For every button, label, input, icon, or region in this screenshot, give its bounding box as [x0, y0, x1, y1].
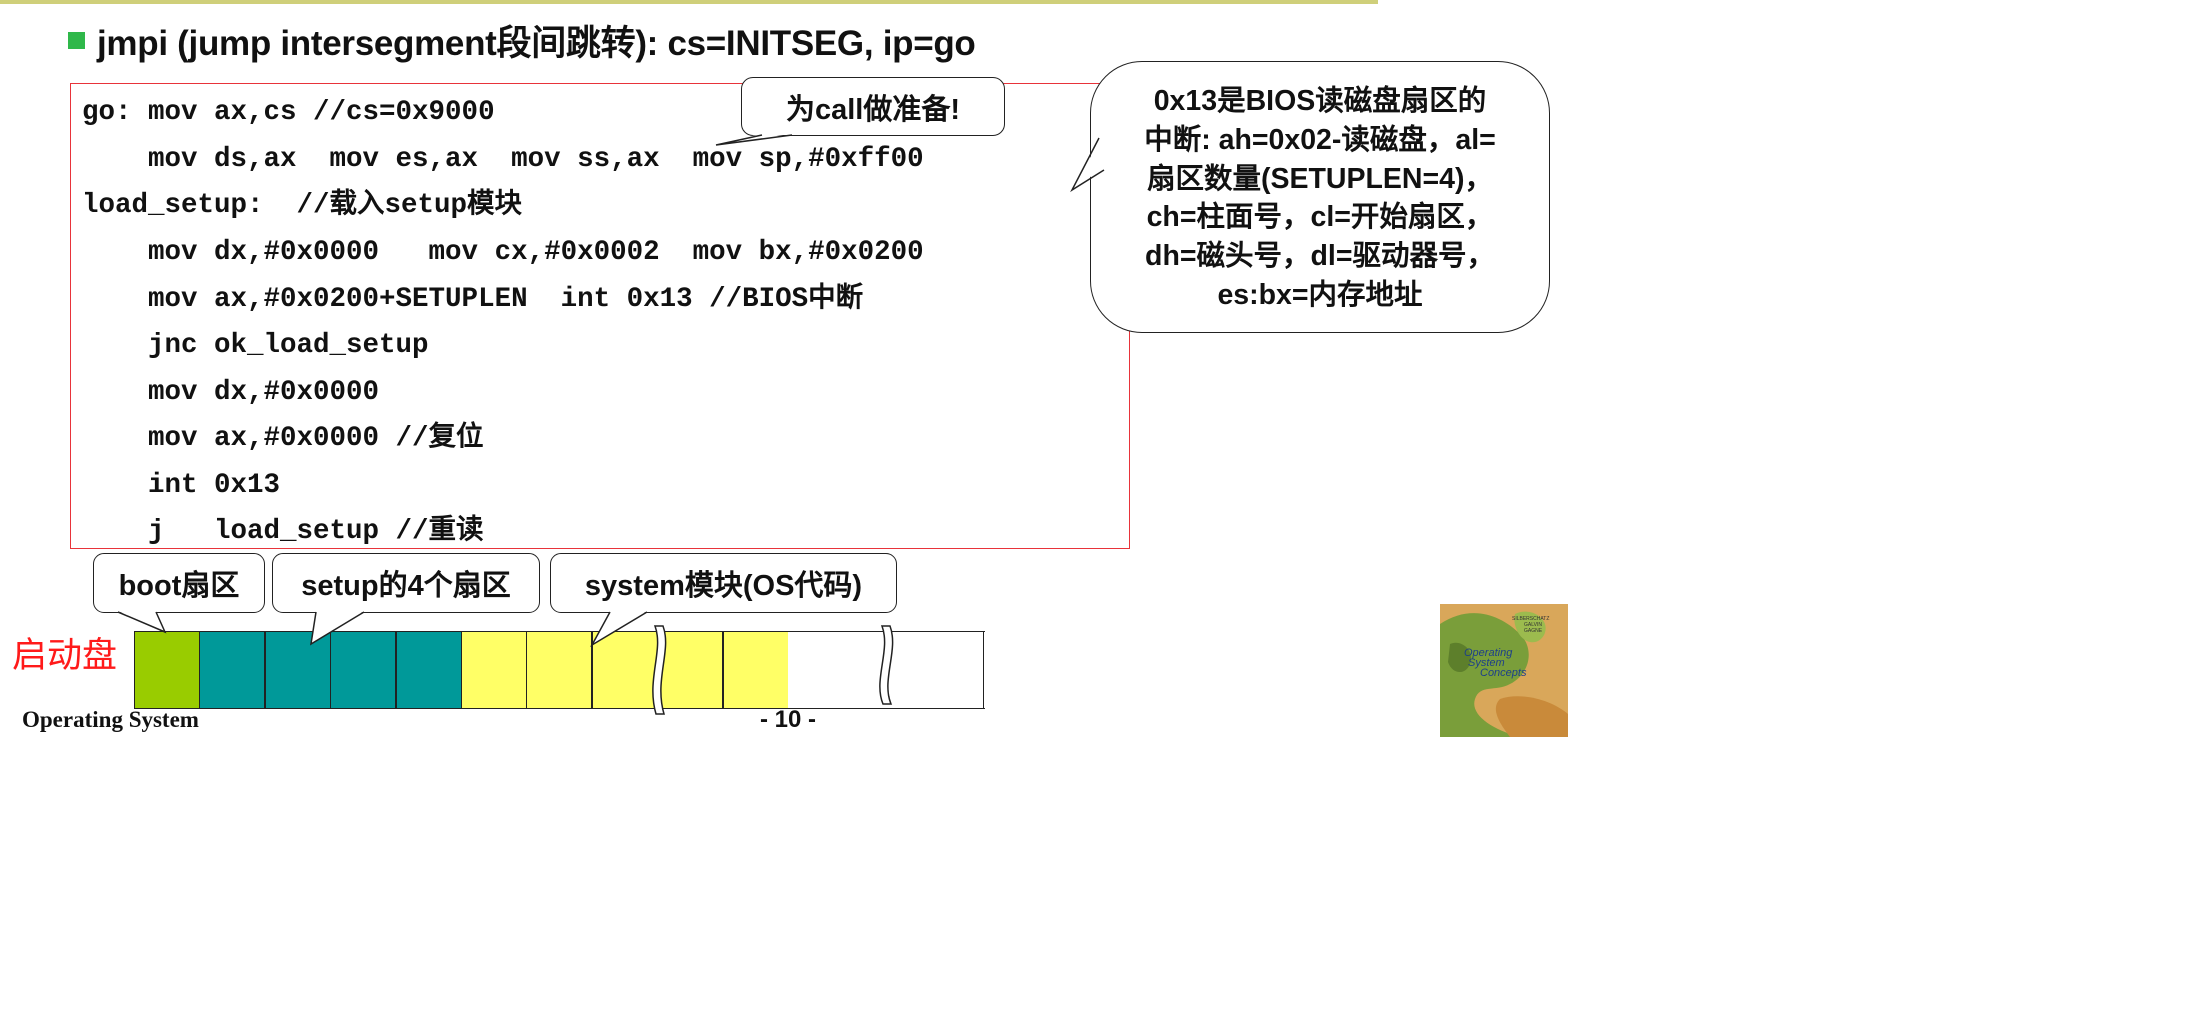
setup-sectors-callout: setup的4个扇区 [272, 553, 540, 613]
disk-sector-setup [396, 631, 462, 709]
code-line: j load_setup //重读 [82, 516, 484, 547]
boot-callout-tail-line [117, 611, 167, 634]
disk-sector-free [853, 631, 919, 709]
disk-sector-boot [134, 631, 200, 709]
callout-line: dh=磁头号，dl=驱动器号， [1145, 240, 1495, 273]
disk-sector-system [526, 631, 592, 709]
logo-title-line: Concepts [1480, 667, 1527, 679]
boot-callout-tail [118, 611, 165, 632]
code-line: mov ax,#0x0200+SETUPLEN int 0x13 //BIOS中… [82, 284, 864, 315]
call-prep-callout: 为call做准备! [741, 77, 1005, 136]
disk-sector-setup [330, 631, 396, 709]
code-line: mov dx,#0x0000 [82, 377, 380, 408]
disk-sector-free [788, 631, 854, 709]
code-line: mov ax,#0x0000 //复位 [82, 423, 484, 454]
code-line: mov ds,ax mov es,ax mov ss,ax mov sp,#0x… [82, 144, 924, 175]
boot-sector-callout: boot扇区 [93, 553, 265, 613]
boot-disk-label: 启动盘 [12, 636, 118, 675]
square-bullet-icon [68, 31, 85, 49]
code-line: go: mov ax,cs //cs=0x9000 [82, 97, 495, 128]
code-line: mov dx,#0x0000 mov cx,#0x0002 mov bx,#0x… [82, 237, 924, 268]
disk-sector-system [461, 631, 527, 709]
disk-sector-setup [199, 631, 265, 709]
disk-end-border [983, 631, 985, 709]
disk-sector-system [592, 631, 658, 709]
disk-sector-setup [265, 631, 331, 709]
dinosaur-book-cover-icon: SILBERSCHATZ GALVIN GAGNE Operating Syst… [1440, 604, 1568, 737]
callout-line: ch=柱面号，cl=开始扇区， [1146, 201, 1494, 234]
top-accent-rule [0, 0, 1378, 4]
disk-sector-system [657, 631, 723, 709]
footer-page-number: - 10 - [760, 706, 817, 733]
assembly-code-box: go: mov ax,cs //cs=0x9000 mov ds,ax mov … [70, 83, 1130, 549]
callout-line: 0x13是BIOS读磁盘扇区的 [1153, 85, 1487, 117]
disk-sector-free [919, 631, 985, 709]
code-line: int 0x13 [82, 470, 281, 501]
bios-interrupt-callout: 0x13是BIOS读磁盘扇区的 中断: ah=0x02-读磁盘，al= 扇区数量… [1090, 61, 1550, 333]
slide-title: jmpi (jump intersegment段间跳转): cs=INITSEG… [97, 23, 976, 63]
callout-line: 扇区数量(SETUPLEN=4)， [1147, 162, 1493, 195]
callout-line: 中断: ah=0x02-读磁盘，al= [1144, 123, 1496, 156]
logo-author-line: GAGNE [1524, 628, 1543, 634]
disk-sector-system [723, 631, 789, 709]
code-line: load_setup: //载入setup模块 [82, 190, 523, 221]
code-line: jnc ok_load_setup [82, 330, 429, 361]
callout-line: es:bx=内存地址 [1217, 278, 1423, 311]
slide-title-row: jmpi (jump intersegment段间跳转): cs=INITSEG… [68, 16, 976, 64]
footer-course-name: Operating System [22, 707, 199, 732]
system-module-callout: system模块(OS代码) [550, 553, 897, 613]
